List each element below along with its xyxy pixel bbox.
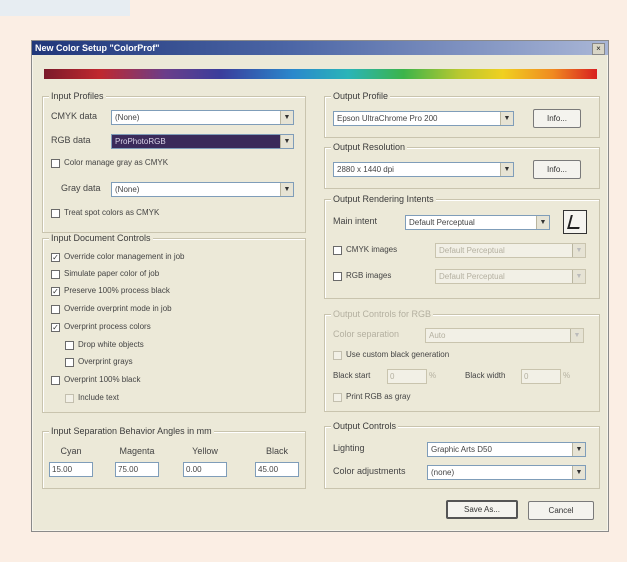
lighting-select[interactable]: Graphic Arts D50 ▼ [427,442,586,457]
cmyk-data-label: CMYK data [51,111,98,121]
cyan-label: Cyan [60,446,82,456]
simulate-paper-checkbox[interactable] [51,270,60,279]
black-start-input[interactable]: 0 [387,369,427,384]
rgb-data-select[interactable]: ProPhotoRGB ▼ [111,134,294,149]
chevron-down-icon[interactable]: ▼ [280,135,293,148]
black-label: Black [265,446,288,456]
include-text-checkbox[interactable] [65,394,74,403]
preserve-black-checkbox[interactable]: ✓ [51,287,60,296]
override-color-label: Override color management in job [64,252,185,261]
cancel-button[interactable]: Cancel [528,501,594,520]
custom-black-label: Use custom black generation [346,350,450,359]
group-title: Output Resolution [331,142,408,152]
color-spectrum-bar [44,69,597,79]
cyan-angle-input[interactable]: 15.00 [49,462,93,477]
dialog-title: New Color Setup "ColorProf" [32,41,608,55]
drop-white-label: Drop white objects [78,340,144,349]
black-width-label: Black width [465,371,506,380]
save-as-button[interactable]: Save As... [446,500,518,519]
group-title: Output Controls for RGB [331,309,434,319]
magenta-label: Magenta [119,446,155,456]
group-title: Output Profile [331,91,391,101]
gray-data-select[interactable]: (None) ▼ [111,182,294,197]
output-resolution-select[interactable]: 2880 x 1440 dpi ▼ [333,162,514,177]
color-manage-gray-checkbox[interactable] [51,159,60,168]
cmyk-data-select[interactable]: (None) ▼ [111,110,294,125]
custom-black-checkbox[interactable] [333,351,342,360]
close-icon[interactable]: × [592,43,605,55]
screen-angles-group: Input Separation Behavior Angles in mm C… [42,426,306,489]
background-tab [0,0,130,16]
drop-white-checkbox[interactable] [65,341,74,350]
input-profiles-group: Input Profiles CMYK data (None) ▼ RGB da… [42,91,306,233]
simulate-paper-label: Simulate paper color of job [64,269,160,278]
lighting-label: Lighting [333,443,365,453]
percent-label: % [429,371,437,380]
rgb-data-label: RGB data [51,135,91,145]
overprint-black-checkbox[interactable] [51,376,60,385]
preserve-black-label: Preserve 100% process black [64,286,170,295]
color-adjustments-select[interactable]: (none) ▼ [427,465,586,480]
black-width-input[interactable]: 0 [521,369,561,384]
main-intent-select[interactable]: Default Perceptual ▼ [405,215,550,230]
rgb-images-select[interactable]: Default Perceptual ▼ [435,269,586,284]
color-adjustments-label: Color adjustments [333,466,406,476]
cmyk-images-label: CMYK images [346,245,398,254]
black-angle-input[interactable]: 45.00 [255,462,299,477]
chevron-down-icon[interactable]: ▼ [500,112,513,125]
chevron-down-icon[interactable]: ▼ [572,466,585,479]
main-intent-label: Main intent [333,216,378,226]
print-rgb-gray-checkbox[interactable] [333,393,342,402]
cmyk-images-checkbox[interactable] [333,246,342,255]
group-title: Output Rendering Intents [331,194,436,204]
group-title: Input Separation Behavior Angles in mm [49,426,214,436]
group-title: Input Profiles [49,91,106,101]
color-setup-dialog: New Color Setup "ColorProf" × Input Prof… [31,40,609,532]
treat-spot-checkbox[interactable] [51,209,60,218]
chevron-down-icon[interactable]: ▼ [280,111,293,124]
chevron-down-icon[interactable]: ▼ [536,216,549,229]
overprint-grays-checkbox[interactable] [65,358,74,367]
chevron-down-icon[interactable]: ▼ [572,443,585,456]
chevron-down-icon[interactable]: ▼ [570,329,583,342]
include-text-label: Include text [78,393,119,402]
output-profile-info-button[interactable]: Info... [533,109,581,128]
eyedropper-icon[interactable] [563,210,587,234]
controls-rgb-group: Output Controls for RGB Color separation… [324,309,600,412]
overprint-process-label: Overprint process colors [64,322,151,331]
print-rgb-gray-label: Print RGB as gray [346,392,411,401]
override-color-checkbox[interactable]: ✓ [51,253,60,262]
percent-label: % [563,371,571,380]
color-separation-select[interactable]: Auto ▼ [425,328,584,343]
output-resolution-info-button[interactable]: Info... [533,160,581,179]
chevron-down-icon[interactable]: ▼ [572,244,585,257]
output-controls-group: Output Controls Lighting Graphic Arts D5… [324,421,600,489]
black-start-label: Black start [333,371,371,380]
gray-data-label: Gray data [61,183,101,193]
chevron-down-icon[interactable]: ▼ [500,163,513,176]
rendering-intents-group: Output Rendering Intents Main intent Def… [324,194,600,299]
output-resolution-group: Output Resolution 2880 x 1440 dpi ▼ Info… [324,142,600,189]
cmyk-images-select[interactable]: Default Perceptual ▼ [435,243,586,258]
yellow-angle-input[interactable]: 0.00 [183,462,227,477]
overprint-process-checkbox[interactable]: ✓ [51,323,60,332]
output-profile-select[interactable]: Epson UltraChrome Pro 200 ▼ [333,111,514,126]
treat-spot-label: Treat spot colors as CMYK [64,208,160,217]
rgb-images-checkbox[interactable] [333,272,342,281]
document-controls-group: Input Document Controls ✓ Override color… [42,233,306,413]
group-title: Input Document Controls [49,233,153,243]
yellow-label: Yellow [192,446,218,456]
rgb-images-label: RGB images [346,271,392,280]
color-separation-label: Color separation [333,329,400,339]
override-overprint-checkbox[interactable] [51,305,60,314]
magenta-angle-input[interactable]: 75.00 [115,462,159,477]
overprint-grays-label: Overprint grays [78,357,133,366]
color-manage-gray-label: Color manage gray as CMYK [64,158,169,167]
overprint-black-label: Overprint 100% black [64,375,141,384]
group-title: Output Controls [331,421,399,431]
chevron-down-icon[interactable]: ▼ [572,270,585,283]
chevron-down-icon[interactable]: ▼ [280,183,293,196]
override-overprint-label: Override overprint mode in job [64,304,172,313]
output-profile-group: Output Profile Epson UltraChrome Pro 200… [324,91,600,138]
